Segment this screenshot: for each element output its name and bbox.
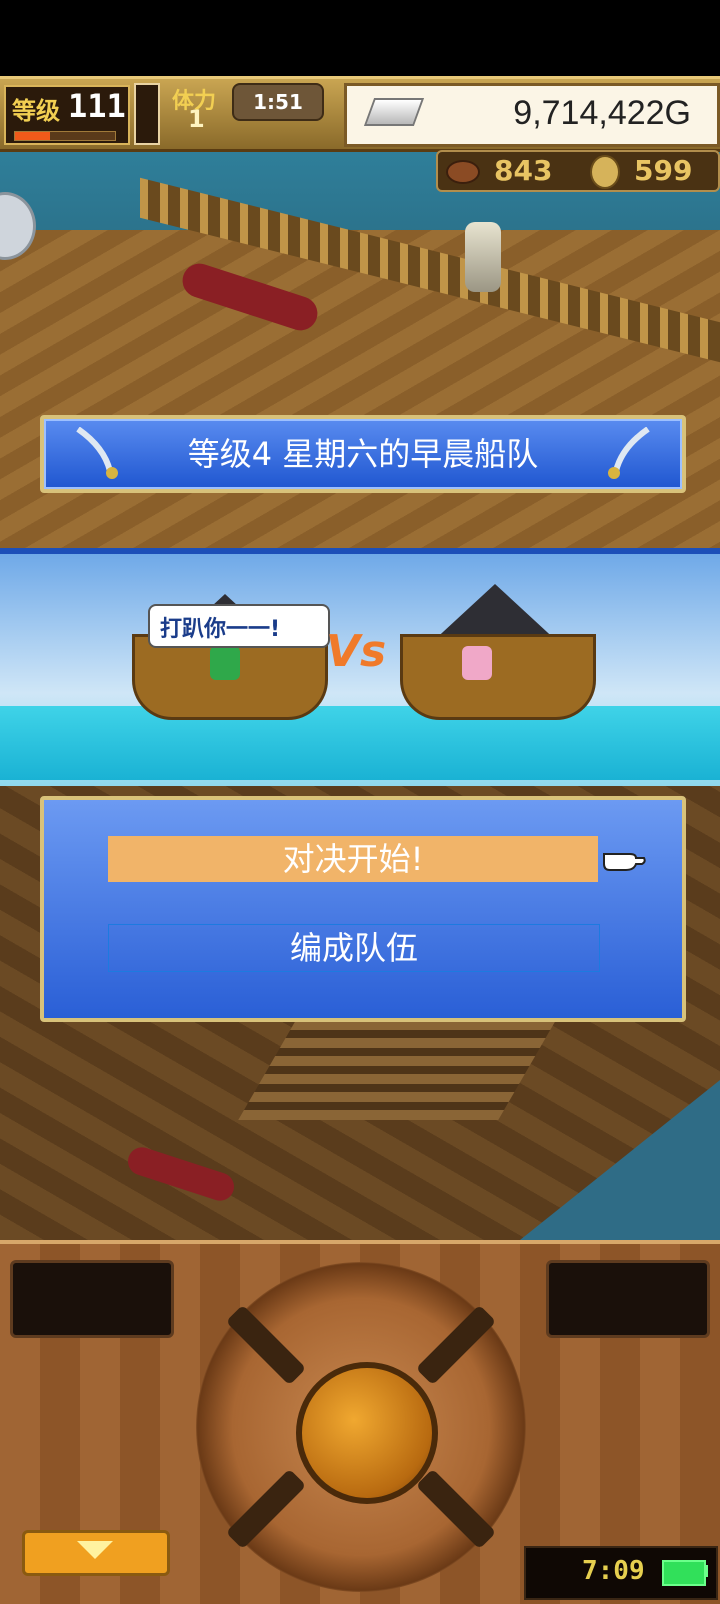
gold-panel: 9,714,422G: [344, 83, 720, 147]
battery-icon: [662, 1560, 706, 1586]
battery-tip: [704, 1565, 708, 1577]
level-value: 111: [68, 87, 126, 125]
clock-panel: 7:09: [524, 1546, 718, 1600]
collapse-button[interactable]: [22, 1530, 170, 1576]
silver-bar-icon: [363, 98, 425, 126]
controller-panel: 7:09: [0, 1240, 720, 1604]
exp-bar-fill: [15, 132, 50, 140]
player-captain: [210, 646, 240, 680]
form-team-button[interactable]: 编成队伍: [108, 924, 600, 972]
battle-preview: 打趴你一一! Vs: [0, 548, 720, 792]
ship-deck-top: [0, 230, 720, 550]
enemy-ship: [400, 634, 596, 720]
enemy-captain: [462, 646, 492, 680]
clock-time: 7:09: [582, 1556, 645, 1586]
vs-label: Vs: [326, 626, 387, 677]
dpad-divider: [415, 1304, 497, 1386]
resource-bar: 843 599: [436, 150, 720, 192]
stamina-value: 1: [188, 105, 205, 133]
gold-amount: 9,714,422G: [513, 94, 691, 132]
start-battle-button[interactable]: 对决开始!: [108, 836, 598, 882]
action-button[interactable]: [296, 1362, 438, 1504]
dpad-divider: [225, 1304, 307, 1386]
medal-count: 599: [634, 154, 693, 187]
left-slot: [10, 1260, 174, 1338]
hand-pointer-icon: [603, 853, 646, 871]
speech-bubble: 打趴你一一!: [148, 604, 330, 648]
medal-icon: [590, 155, 620, 189]
fleet-title: 等级4 星期六的早晨船队: [187, 435, 539, 473]
fleet-title-banner: 等级4 星期六的早晨船队: [40, 415, 686, 493]
deck-lamp: [465, 222, 501, 292]
gauge: [134, 83, 160, 145]
status-hud: 等级 111 体力 1 1:51 9,714,422G: [0, 76, 720, 152]
battle-menu: 对决开始! 编成队伍: [40, 796, 686, 1022]
level-label: 等级: [12, 97, 60, 125]
dpad[interactable]: [196, 1262, 526, 1592]
stamina-timer: 1:51: [232, 83, 324, 121]
right-slot: [546, 1260, 710, 1338]
dpad-divider: [225, 1468, 307, 1550]
level-panel: 等级 111: [4, 85, 130, 145]
sword-icon: [608, 427, 650, 479]
speech-text: 打趴你一一!: [160, 617, 281, 642]
sea-waves: [0, 706, 720, 780]
meat-icon: [446, 160, 480, 184]
exp-bar: [14, 131, 116, 141]
dpad-divider: [415, 1468, 497, 1550]
triangle-down-icon: [77, 1541, 113, 1559]
meat-count: 843: [494, 154, 553, 187]
